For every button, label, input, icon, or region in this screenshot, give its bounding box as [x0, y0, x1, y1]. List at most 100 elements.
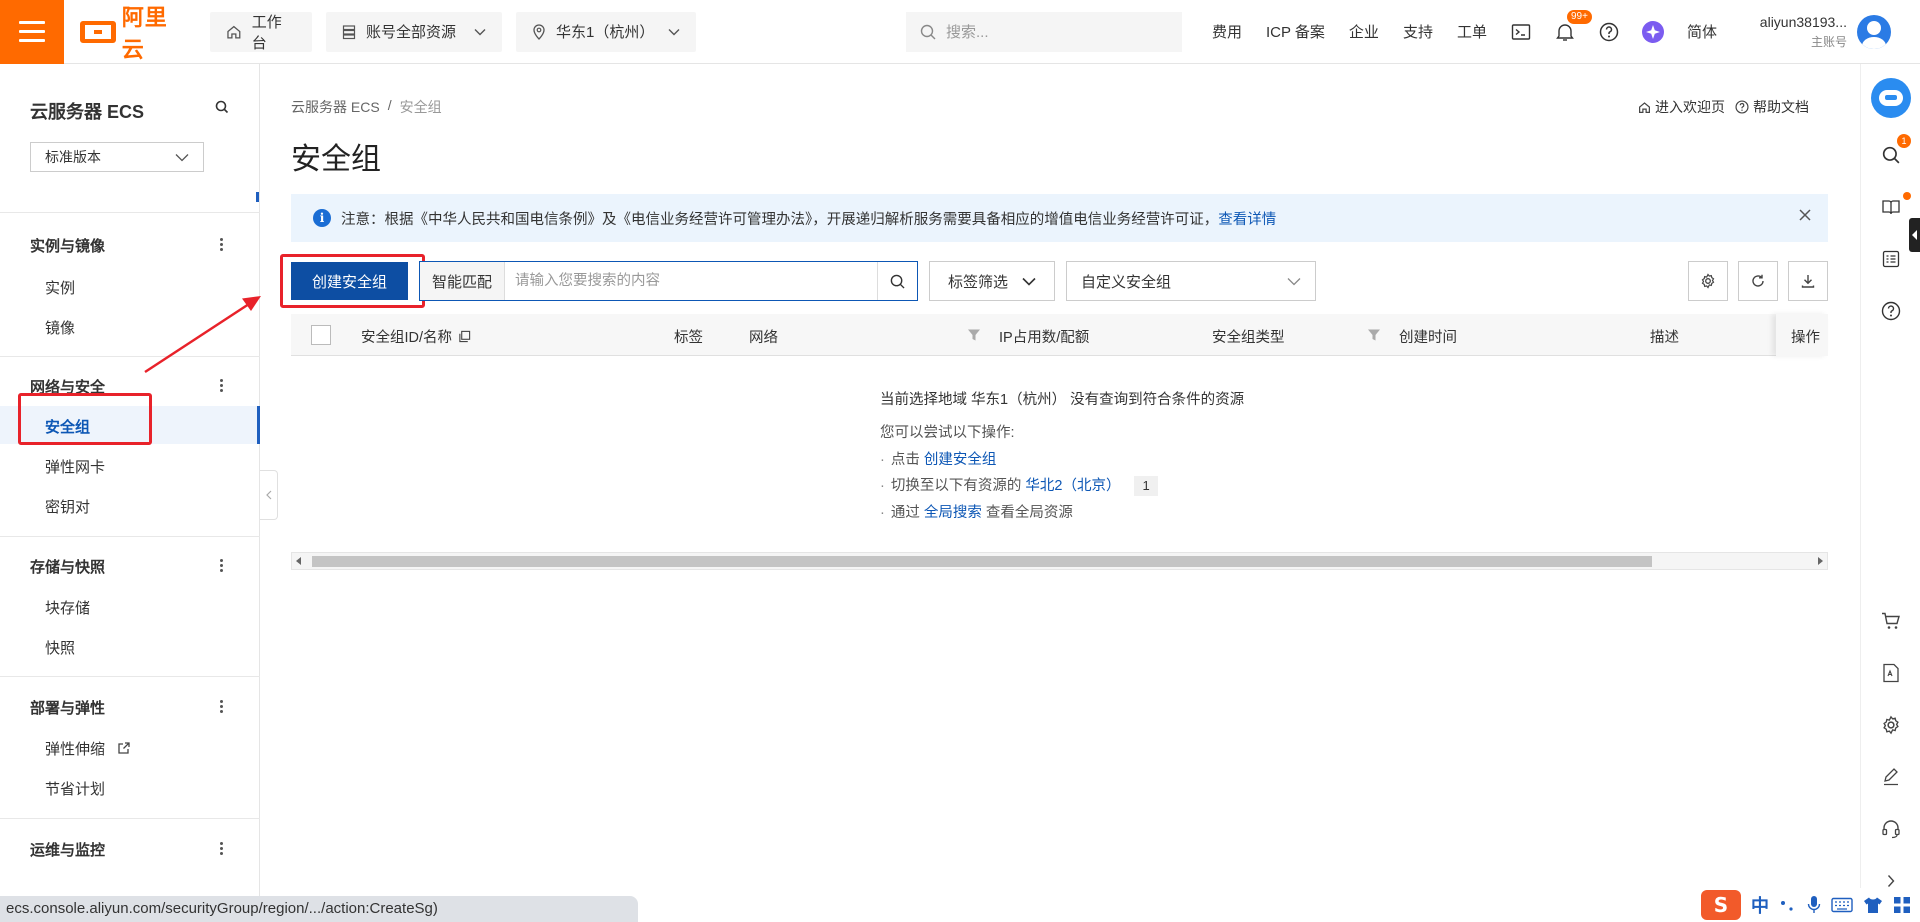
table-search-button[interactable] [877, 262, 917, 300]
skin-shirt-icon[interactable] [1863, 896, 1883, 914]
global-search-input[interactable]: 搜索... [906, 11, 1182, 52]
sidebar-item-savings-plan[interactable]: 节省计划 [45, 778, 105, 799]
table-horizontal-scrollbar[interactable] [291, 552, 1828, 570]
rail-support-button[interactable] [1878, 816, 1904, 842]
group-more-icon[interactable] [220, 840, 224, 857]
sidebar-group-storage[interactable]: 存储与快照 [30, 556, 105, 577]
chevron-down-icon [1022, 277, 1036, 286]
table-settings-button[interactable] [1688, 261, 1728, 301]
sidebar-collapse-button[interactable] [260, 470, 278, 520]
top-link-support[interactable]: 支持 [1391, 21, 1445, 42]
rail-book-button[interactable] [1878, 194, 1904, 220]
empty-region-link[interactable]: 华北2（北京） [1025, 478, 1120, 494]
bullet: · [880, 505, 885, 521]
sogou-logo[interactable]: S [1701, 890, 1741, 920]
filter-icon[interactable] [967, 328, 981, 342]
version-select[interactable]: 标准版本 [30, 142, 204, 172]
custom-select-value: 自定义安全组 [1081, 273, 1172, 291]
rail-edit-button[interactable] [1878, 764, 1904, 790]
sidebar-item-snapshots[interactable]: 快照 [45, 637, 75, 658]
select-all-checkbox[interactable] [311, 325, 331, 345]
empty-option-global-search: · 通过 全局搜索 查看全局资源 [880, 501, 1073, 522]
custom-security-group-select[interactable]: 自定义安全组 [1066, 261, 1316, 301]
rail-settings-button[interactable] [1878, 712, 1904, 738]
notice-details-link[interactable]: 查看详情 [1218, 208, 1276, 229]
ai-assistant-button[interactable] [1631, 20, 1675, 44]
sidebar-group-ops[interactable]: 运维与监控 [30, 839, 105, 860]
copy-icon[interactable] [458, 330, 471, 343]
top-link-icp[interactable]: ICP 备案 [1254, 21, 1337, 42]
workbench-button[interactable]: 工作台 [210, 11, 312, 52]
empty-global-search-link[interactable]: 全局搜索 [924, 505, 982, 521]
account-info[interactable]: aliyun38193... 主账号 [1743, 14, 1847, 50]
chevron-down-icon [474, 28, 486, 35]
sidebar-divider [0, 536, 260, 537]
column-sg-type: 安全组类型 [1212, 330, 1285, 346]
group-more-icon[interactable] [220, 236, 224, 253]
notifications-button[interactable]: 99+ [1543, 9, 1592, 42]
microphone-icon[interactable] [1807, 895, 1821, 915]
language-switch[interactable]: 简体 [1675, 21, 1729, 42]
right-tool-rail: 1 [1860, 64, 1920, 922]
group-more-icon[interactable] [220, 698, 224, 715]
avatar[interactable] [1856, 14, 1891, 49]
top-link-enterprise[interactable]: 企业 [1337, 21, 1391, 42]
keyboard-icon[interactable] [1831, 897, 1853, 913]
resource-scope-dropdown[interactable]: 账号全部资源 [326, 11, 502, 52]
top-link-ticket[interactable]: 工单 [1445, 21, 1499, 42]
top-link-billing[interactable]: 费用 [1200, 21, 1254, 42]
search-mode-select[interactable]: 智能匹配 [420, 262, 506, 300]
sidebar-item-auto-scaling[interactable]: 弹性伸缩 [45, 738, 131, 759]
empty-option-create: · 点击 创建安全组 [880, 448, 996, 469]
sidebar-group-instances[interactable]: 实例与镜像 [30, 235, 105, 256]
group-more-icon[interactable] [220, 557, 224, 574]
cloud-shell-button[interactable] [1499, 23, 1543, 41]
grid-menu-icon[interactable] [1893, 896, 1911, 914]
help-button[interactable] [1587, 22, 1631, 42]
aliyun-logo-icon [80, 20, 116, 43]
column-id-name: 安全组ID/名称 [361, 326, 471, 347]
sidebar-item-instances[interactable]: 实例 [45, 277, 75, 298]
search-icon [1882, 146, 1900, 164]
column-tags: 标签 [674, 330, 703, 346]
welcome-page-link[interactable]: 进入欢迎页 [1638, 97, 1725, 117]
sidebar-item-eni[interactable]: 弹性网卡 [45, 456, 105, 477]
close-icon[interactable] [1798, 208, 1812, 222]
ime-toolbar: S 中 [1697, 888, 1920, 922]
empty-create-link[interactable]: 创建安全组 [924, 452, 997, 468]
sidebar-group-deployment[interactable]: 部署与弹性 [30, 697, 105, 718]
refresh-button[interactable] [1738, 261, 1778, 301]
api-document-icon [1883, 663, 1899, 683]
sidebar-search-button[interactable] [215, 100, 229, 117]
scrollbar-thumb[interactable] [312, 556, 1652, 567]
breadcrumb-ecs[interactable]: 云服务器 ECS [291, 97, 380, 117]
stack-icon [342, 24, 356, 39]
filter-icon[interactable] [1367, 328, 1381, 342]
region-dropdown[interactable]: 华东1（杭州） [516, 11, 696, 52]
tag-filter-dropdown[interactable]: 标签筛选 [929, 261, 1055, 301]
sidebar-item-images[interactable]: 镜像 [45, 317, 75, 338]
help-docs-link[interactable]: 帮助文档 [1735, 97, 1809, 117]
sidebar-item-block-storage[interactable]: 块存储 [45, 597, 90, 618]
scroll-right-icon[interactable] [1818, 557, 1823, 565]
scroll-left-icon[interactable] [296, 557, 301, 565]
punctuation-icon[interactable] [1779, 897, 1797, 913]
rail-help-button[interactable] [1878, 298, 1904, 324]
chevron-left-icon [265, 490, 271, 500]
aliyun-logo[interactable]: 阿里云 [80, 0, 190, 64]
rail-cart-button[interactable] [1878, 608, 1904, 634]
resource-scope-label: 账号全部资源 [366, 24, 457, 41]
table-search: 智能匹配 [419, 261, 918, 301]
robot-assistant-icon[interactable] [1871, 78, 1911, 118]
export-button[interactable] [1788, 261, 1828, 301]
ime-mode[interactable]: 中 [1751, 892, 1769, 918]
rail-api-button[interactable] [1878, 660, 1904, 686]
hamburger-menu-button[interactable] [0, 0, 64, 64]
notice-text: 注意：根据《中华人民共和国电信条例》及《电信业务经营许可管理办法》，开展递归解析… [341, 211, 1219, 228]
rail-expand-tab[interactable] [1909, 218, 1920, 252]
sidebar-item-key-pairs[interactable]: 密钥对 [45, 496, 90, 517]
table-search-input[interactable] [505, 263, 877, 299]
rail-checklist-button[interactable] [1878, 246, 1904, 272]
gear-icon [1883, 715, 1899, 735]
highlight-box-security-group [18, 393, 152, 445]
